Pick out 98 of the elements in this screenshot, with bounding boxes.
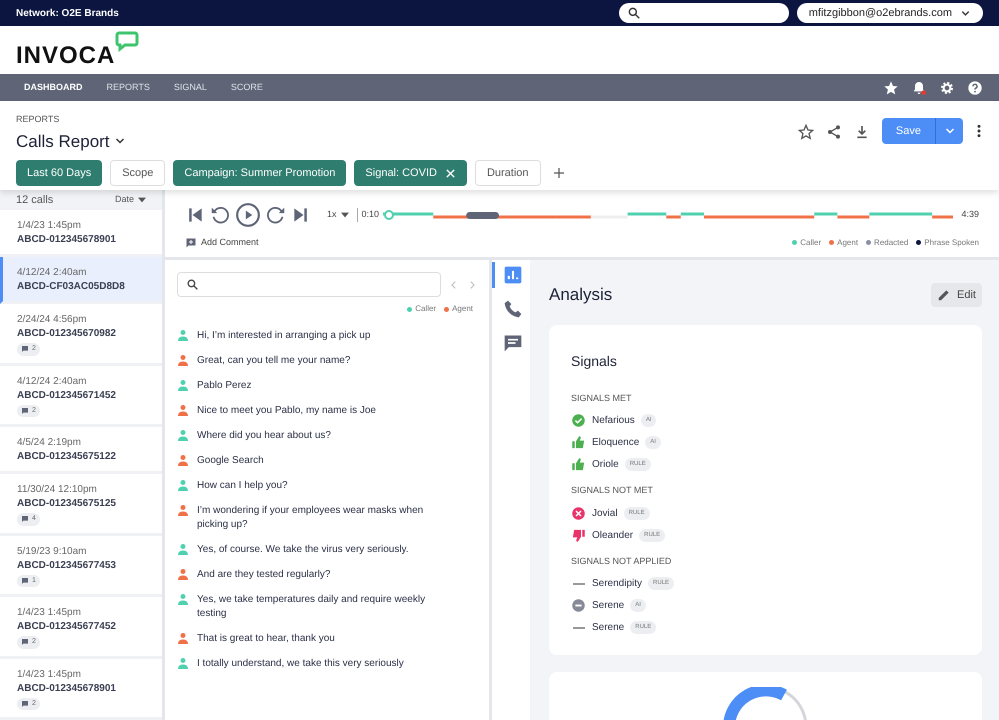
call-date: 1/4/23 1:45pm bbox=[17, 219, 82, 233]
nav-tab[interactable]: SIGNAL bbox=[162, 80, 219, 94]
legend-label: Redacted bbox=[874, 236, 908, 249]
group-heading: SIGNALS MET bbox=[571, 392, 633, 404]
call-date: 4/12/24 2:40am bbox=[17, 266, 88, 280]
nav-tab[interactable]: REPORTS bbox=[94, 80, 162, 94]
save-options-button[interactable] bbox=[935, 118, 963, 144]
legend-label: Agent bbox=[837, 236, 858, 249]
search-field[interactable] bbox=[618, 3, 789, 23]
filter-chip[interactable]: Last 60 Days bbox=[16, 160, 102, 186]
search-icon bbox=[186, 278, 199, 291]
transcript-search-field[interactable] bbox=[177, 272, 441, 297]
filter-chip[interactable]: Campaign: Summer Promotion bbox=[173, 160, 346, 186]
call-date: 1/4/23 1:45pm bbox=[17, 606, 82, 620]
forward-10-icon[interactable] bbox=[265, 204, 287, 226]
signal-name: Nefarious bbox=[592, 414, 635, 428]
settings-icon[interactable] bbox=[939, 80, 955, 96]
signal-name: Serene bbox=[592, 621, 624, 635]
group-heading: SIGNALS NOT MET bbox=[571, 484, 654, 497]
call-date: 5/19/23 9:10am bbox=[17, 544, 88, 558]
signal-name: Serene bbox=[592, 599, 624, 613]
account-menu[interactable]: mfitzgibbon@o2ebrands.com bbox=[796, 3, 983, 23]
call-id: ABCD-012345678901 bbox=[17, 682, 117, 696]
comment-icon bbox=[502, 333, 522, 353]
call-date: 1/4/23 1:45pm bbox=[17, 668, 82, 682]
transcript-line: Great, can you tell me your name? bbox=[197, 354, 350, 368]
group-heading: SIGNALS NOT APPLIED bbox=[571, 554, 672, 568]
legend-label: Agent bbox=[452, 303, 473, 315]
call-id: ABCD-012345677452 bbox=[17, 620, 117, 634]
transcript-line: Google Search bbox=[197, 454, 264, 468]
filter-chip[interactable]: Scope bbox=[110, 160, 166, 186]
signal-name: Oleander bbox=[592, 528, 634, 542]
call-id: ABCD-012345671452 bbox=[17, 388, 117, 402]
filter-chip[interactable]: Duration bbox=[474, 160, 541, 186]
rewind-10-icon[interactable] bbox=[209, 204, 231, 226]
signal-name: Oriole bbox=[592, 458, 619, 472]
speed-dropdown[interactable]: 1x bbox=[327, 208, 349, 222]
more-icon[interactable] bbox=[975, 123, 983, 139]
playback-slider[interactable] bbox=[383, 209, 954, 221]
elapsed-time: 0:10 bbox=[356, 208, 380, 222]
call-id: ABCD-CF03AC05D8D8 bbox=[17, 280, 126, 294]
share-icon[interactable] bbox=[826, 124, 842, 140]
filter-chip[interactable]: Signal: COVID bbox=[354, 160, 467, 186]
star-outline-icon[interactable] bbox=[798, 124, 814, 140]
playhead-handle[interactable] bbox=[384, 210, 394, 220]
nav-tab[interactable]: SCORE bbox=[218, 80, 275, 94]
breadcrumb[interactable]: REPORTS bbox=[16, 113, 798, 126]
transcript-line: Yes, we take temperatures daily and require weekly testing bbox=[197, 593, 426, 621]
comment-plus-icon bbox=[185, 236, 197, 249]
call-date: 2/24/24 4:56pm bbox=[17, 313, 88, 327]
signal-name: Eloquence bbox=[592, 436, 640, 450]
card-title: Signals bbox=[571, 352, 618, 371]
add-comment-button[interactable]: Add Comment bbox=[185, 236, 259, 250]
phone-icon bbox=[502, 299, 522, 319]
legend-label: Phrase Spoken bbox=[924, 236, 979, 249]
transcript-line: That is great to hear, thank you bbox=[197, 632, 335, 646]
call-id: ABCD-012345677453 bbox=[17, 558, 117, 572]
transcript-line: I’m wondering if your employees wear masks when picking up? bbox=[197, 504, 424, 532]
play-icon[interactable] bbox=[235, 202, 261, 228]
call-date: 4/12/24 2:40am bbox=[17, 374, 88, 388]
legend-label: Caller bbox=[800, 236, 822, 249]
edit-button[interactable]: Edit bbox=[931, 282, 982, 307]
transcript-line: Nice to meet you Pablo, my name is Joe bbox=[197, 404, 376, 418]
search-icon bbox=[626, 6, 641, 20]
bell-icon[interactable] bbox=[911, 80, 927, 96]
transcript-line: Where did you hear about us? bbox=[197, 429, 331, 443]
transcript-line: I totally understand, we take this very seriously bbox=[197, 657, 404, 671]
call-date: 4/5/24 2:19pm bbox=[17, 436, 82, 450]
call-id: ABCD-012345675122 bbox=[17, 450, 117, 464]
call-id: ABCD-012345670982 bbox=[17, 327, 117, 341]
legend-label: Caller bbox=[415, 303, 436, 315]
nav-tab[interactable]: DASHBOARD bbox=[12, 80, 94, 94]
transcript-line: Yes, of course. We take the virus very seriously. bbox=[197, 543, 409, 557]
caret-icon bbox=[138, 196, 146, 204]
report-title: Calls Report bbox=[16, 130, 110, 152]
transcript-line: And are they tested regularly? bbox=[197, 568, 330, 582]
signal-name: Jovial bbox=[592, 506, 618, 520]
call-count: 12 calls bbox=[16, 192, 54, 208]
pencil-icon bbox=[937, 288, 952, 302]
help-icon[interactable] bbox=[967, 80, 983, 96]
call-list-item[interactable]: 4/12/24 2:40am ABCD-CF03AC05D8D8 bbox=[0, 257, 162, 304]
bar-chart-icon bbox=[502, 265, 522, 285]
network-label: Network: O2E Brands bbox=[16, 6, 119, 20]
invoca-logo: INVOCA bbox=[16, 30, 140, 70]
transcript-line: Pablo Perez bbox=[197, 379, 252, 393]
close-icon[interactable] bbox=[444, 168, 456, 178]
sort-dropdown[interactable]: Date bbox=[114, 193, 146, 207]
add-icon[interactable] bbox=[552, 167, 565, 179]
analysis-title: Analysis bbox=[549, 284, 612, 306]
signal-name: Serendipity bbox=[592, 577, 642, 591]
transcript-line: How can I help you? bbox=[197, 479, 288, 493]
call-date: 11/30/24 12:10pm bbox=[17, 483, 98, 497]
call-id: ABCD-012345678901 bbox=[17, 233, 117, 247]
star-icon[interactable] bbox=[883, 80, 899, 96]
transcript-line: Hi, I’m interested in arranging a pick up bbox=[197, 329, 370, 343]
caret-icon bbox=[340, 211, 349, 219]
call-id: ABCD-012345675125 bbox=[17, 497, 117, 511]
total-time: 4:39 bbox=[961, 208, 979, 222]
